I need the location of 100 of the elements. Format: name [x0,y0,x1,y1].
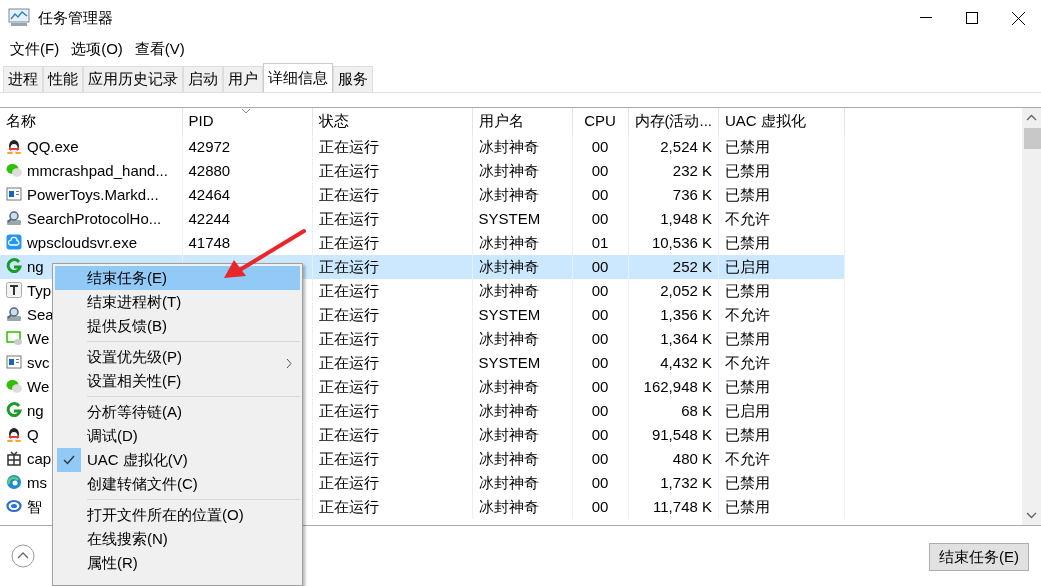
table-cell: 冰封神奇 [478,281,539,299]
window-icon [6,185,22,202]
table-cell: 冰封神奇 [478,425,539,443]
process-name: 智 [27,497,42,515]
table-cell: 00 [591,281,609,299]
table-cell: 已禁用 [725,281,770,299]
menu-item[interactable]: 打开文件所在的位置(O) [55,503,300,527]
penguin-icon [6,137,22,154]
magnifier-icon [6,209,22,226]
table-cell: 已禁用 [725,137,770,155]
monitor-icon [8,8,30,28]
table-cell: 正在运行 [318,281,379,299]
tab[interactable]: 详细信息 [263,63,333,92]
tab[interactable]: 用户 [223,66,263,92]
table-cell: 正在运行 [318,401,379,419]
checkmark-icon [63,455,75,465]
table-cell: 正在运行 [318,449,379,467]
table-cell: 正在运行 [318,425,379,443]
table-cell: 2,052 K [660,281,712,299]
table-cell: 正在运行 [318,209,379,227]
table-cell: 00 [591,257,609,275]
letter-t-icon [6,281,22,298]
column-header[interactable]: 状态 [312,108,472,135]
menu-item[interactable]: 选项(O) [65,37,129,61]
table-cell: 正在运行 [318,137,379,155]
tab[interactable]: 应用历史记录 [83,66,183,92]
collapse-icon[interactable] [11,544,35,568]
table-cell: 冰封神奇 [478,329,539,347]
gift-icon [6,449,22,466]
scrollbar[interactable] [1022,108,1041,525]
close-icon [1011,11,1025,25]
table-cell: 252 K [672,257,712,275]
menu-item[interactable]: 查看(V) [128,37,191,61]
table-cell: 00 [591,137,609,155]
table-cell: 已禁用 [725,497,770,515]
column-header[interactable]: 用户名 [472,108,572,135]
column-header[interactable]: 名称 [0,108,182,135]
magnifier-icon [6,305,22,322]
tab[interactable]: 启动 [183,66,223,92]
scrollbar-thumb[interactable] [1024,128,1041,149]
table-cell: 正在运行 [318,257,379,275]
menu-item[interactable]: 在线搜索(N) [55,527,300,551]
table-cell: 00 [591,329,609,347]
table-cell: 00 [591,449,609,467]
column-header[interactable]: UAC 虚拟化 [718,108,845,135]
table-cell: 正在运行 [318,377,379,395]
table-cell: 正在运行 [318,185,379,203]
menu-item[interactable]: 结束任务(E) [55,266,300,290]
column-header[interactable]: 内存(活动... [628,108,719,135]
process-name: SearchProtocolHo... [27,209,162,227]
process-name: QQ.exe [27,137,79,155]
table-cell: 00 [591,473,609,491]
table-cell: 42244 [188,209,231,227]
table-cell: 1,948 K [660,209,712,227]
tab[interactable]: 服务 [333,66,373,92]
table-cell: 480 K [672,449,712,467]
table-cell: 232 K [672,161,712,179]
tab[interactable]: 性能 [43,66,83,92]
penguin-icon [6,425,22,442]
minimize-icon [920,17,932,19]
process-name: PowerToys.Markd... [27,185,159,203]
table-cell: 1,732 K [660,473,712,491]
table-cell: 已禁用 [725,473,770,491]
process-name: svc [27,353,50,371]
process-name: We [27,329,50,347]
table-cell: 已启用 [725,401,770,419]
process-name: mmcrashpad_hand... [27,161,168,179]
menu-item[interactable]: 文件(F) [4,37,66,61]
table-cell: 42880 [188,161,231,179]
menu-item[interactable]: 创建转储文件(C) [55,472,300,496]
table-cell: 00 [591,185,609,203]
menu-item[interactable]: 设置优先级(P) [55,345,300,369]
table-cell: 不允许 [725,209,770,227]
swirl-icon [6,473,22,490]
menu-item[interactable]: 调试(D) [55,424,300,448]
table-cell: 已启用 [725,257,770,275]
table-cell: 已禁用 [725,425,770,443]
window-icon [6,353,22,370]
menu-item[interactable]: 属性(R) [55,551,300,575]
table-cell: 41748 [188,233,231,251]
process-name: Typ [27,281,52,299]
table-cell: 00 [591,209,609,227]
tab[interactable]: 进程 [3,66,43,92]
end-task-button[interactable]: 结束任务(E) [929,543,1029,571]
menu-item[interactable]: 分析等待链(A) [55,400,300,424]
letter-g-icon [6,401,22,418]
chat-window-icon [6,329,22,346]
table-cell: 162,948 K [643,377,712,395]
table-cell: 00 [591,497,609,515]
process-name: We [27,377,50,395]
table-cell: 00 [591,401,609,419]
menu-item[interactable]: 设置相关性(F) [55,369,300,393]
menu-item[interactable]: 结束进程树(T) [55,290,300,314]
table-cell: 不允许 [725,449,770,467]
menu-item[interactable]: 提供反馈(B) [55,314,300,338]
column-header[interactable]: PID [182,108,312,135]
menu-item[interactable]: UAC 虚拟化(V) [55,448,300,472]
table-cell: 冰封神奇 [478,377,539,395]
table-cell: SYSTEM [478,305,541,323]
column-header[interactable]: CPU [572,108,628,135]
